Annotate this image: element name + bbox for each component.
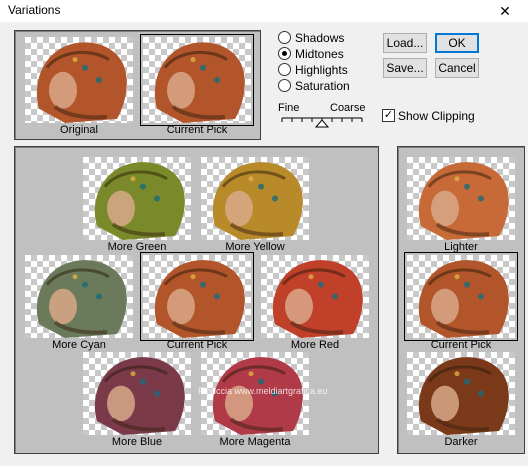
radio-highlights[interactable]: Highlights (278, 62, 348, 78)
ok-button[interactable]: OK (435, 33, 479, 53)
color-variations-panel: More Green More Yellow More Cyan Current… (14, 146, 379, 454)
radio-shadows[interactable]: Shadows (278, 30, 344, 46)
current-pick-label: Current Pick (166, 124, 228, 136)
more-blue-label: More Blue (111, 436, 163, 448)
thumb-more-yellow[interactable]: More Yellow (201, 157, 309, 254)
slider-fine-label: Fine (278, 102, 300, 114)
radio-saturation[interactable]: Saturation (278, 78, 350, 94)
more-magenta-label: More Magenta (219, 436, 291, 448)
thumb-current-pick-brightness[interactable]: Current Pick (404, 252, 518, 352)
cancel-button[interactable]: Cancel (435, 58, 479, 78)
window-title: Variations (8, 3, 61, 17)
checkmark-icon: ✓ (382, 109, 395, 123)
slider-coarse-label: Coarse (330, 102, 366, 114)
current-pick-thumbnail: Current Pick (140, 34, 254, 137)
portrait-image (25, 255, 133, 338)
fine-coarse-slider[interactable] (280, 114, 364, 130)
close-icon[interactable]: ✕ (482, 0, 528, 22)
thumb-darker[interactable]: Darker (407, 352, 515, 449)
show-clipping-checkbox[interactable]: ✓ Show Clipping (382, 108, 475, 124)
thumb-more-blue[interactable]: More Blue (83, 352, 191, 449)
more-cyan-label: More Cyan (52, 339, 106, 351)
portrait-image (140, 34, 254, 126)
portrait-image (140, 252, 254, 341)
portrait-image (83, 352, 191, 435)
more-yellow-label: More Yellow (225, 241, 285, 253)
radio-midtones[interactable]: Midtones (278, 46, 344, 62)
original-label: Original (60, 124, 98, 136)
portrait-image (261, 255, 369, 338)
thumb-more-magenta[interactable]: More Magenta (201, 352, 309, 449)
current-pick-brightness-label: Current Pick (430, 339, 492, 351)
radio-circle-icon (278, 31, 291, 45)
thumb-more-cyan[interactable]: More Cyan (25, 255, 133, 352)
portrait-image (404, 252, 518, 341)
more-red-label: More Red (290, 339, 340, 351)
thumb-more-red[interactable]: More Red (261, 255, 369, 352)
title-bar: Variations ✕ (0, 0, 528, 23)
radio-circle-icon (278, 47, 291, 61)
thumb-lighter[interactable]: Lighter (407, 157, 515, 254)
portrait-image (407, 352, 515, 435)
portrait-image (201, 157, 309, 240)
variations-dialog: Original Current Pick Shadows Midtones H… (0, 22, 528, 466)
save-button[interactable]: Save... (383, 58, 427, 78)
radio-circle-icon (278, 79, 291, 93)
portrait-image (25, 37, 133, 123)
thumb-more-green[interactable]: More Green (83, 157, 191, 254)
original-thumbnail: Original (25, 37, 133, 137)
portrait-image (407, 157, 515, 240)
slider-thumb-icon (314, 119, 330, 128)
radio-circle-icon (278, 63, 291, 77)
original-preview-panel: Original Current Pick (14, 30, 261, 140)
current-pick-center-label: Current Pick (166, 339, 228, 351)
lighter-label: Lighter (444, 241, 478, 253)
more-green-label: More Green (107, 241, 167, 253)
watermark: Pinuccia www.meldiartgrafica.eu (198, 386, 328, 396)
load-button[interactable]: Load... (383, 33, 427, 53)
portrait-image (83, 157, 191, 240)
thumb-current-pick-center[interactable]: Current Pick (140, 252, 254, 352)
brightness-panel: Lighter Current Pick Darker (397, 146, 525, 454)
darker-label: Darker (444, 436, 478, 448)
